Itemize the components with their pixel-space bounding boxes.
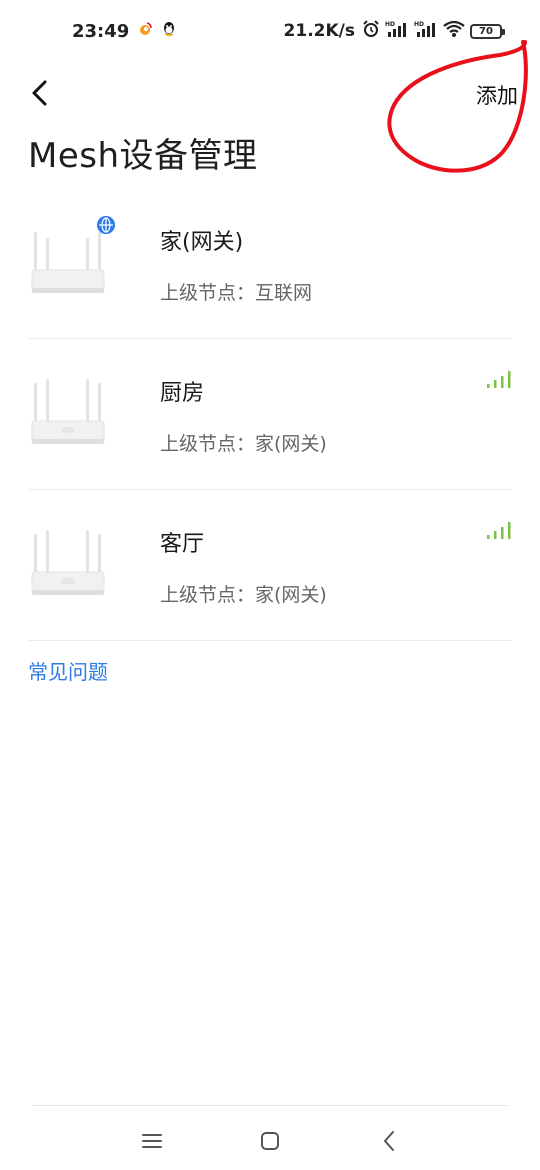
nav-divider bbox=[32, 1105, 508, 1106]
device-row-living-room[interactable]: 客厅 上级节点：家(网关) bbox=[28, 490, 512, 641]
device-list: 家(网关) 上级节点：互联网 厨房 上级节点：家(网关) 客厅 上级节点：家(网… bbox=[28, 188, 512, 641]
router-icon bbox=[31, 232, 105, 293]
status-bar-right: 21.2K/s HD HD 70 bbox=[283, 20, 505, 42]
device-row-gateway[interactable]: 家(网关) 上级节点：互联网 bbox=[28, 188, 512, 339]
device-row-kitchen[interactable]: 厨房 上级节点：家(网关) bbox=[28, 339, 512, 490]
cellular-signal-icon-1: HD bbox=[385, 20, 409, 42]
alarm-icon bbox=[362, 20, 380, 42]
nav-back-button[interactable] bbox=[374, 1126, 404, 1156]
status-time: 23:49 bbox=[72, 20, 130, 42]
menu-button[interactable] bbox=[137, 1126, 167, 1156]
device-parent-node: 上级节点：家(网关) bbox=[160, 433, 327, 455]
router-icon bbox=[31, 530, 105, 595]
device-parent-node: 上级节点：家(网关) bbox=[160, 584, 327, 606]
back-button[interactable] bbox=[24, 78, 54, 108]
add-button[interactable]: 添加 bbox=[476, 80, 518, 110]
page-title: Mesh设备管理 bbox=[28, 136, 258, 176]
status-bar: 23:49 21.2K/s HD HD 70 bbox=[0, 0, 540, 64]
faq-link[interactable]: 常见问题 bbox=[28, 656, 108, 685]
home-icon bbox=[261, 1132, 279, 1150]
device-name: 家(网关) bbox=[160, 230, 244, 255]
chevron-left-icon bbox=[384, 1131, 394, 1151]
qq-icon bbox=[161, 20, 177, 42]
wifi-icon bbox=[443, 20, 465, 42]
chevron-left-icon bbox=[32, 80, 47, 106]
cellular-signal-icon-2: HD bbox=[414, 20, 438, 42]
signal-icon bbox=[487, 522, 511, 539]
device-parent-node: 上级节点：互联网 bbox=[160, 282, 313, 304]
system-nav-bar bbox=[0, 1120, 540, 1160]
signal-icon bbox=[487, 371, 511, 388]
router-icon bbox=[31, 379, 105, 444]
device-name: 客厅 bbox=[160, 532, 205, 557]
home-button[interactable] bbox=[255, 1126, 285, 1156]
device-name: 厨房 bbox=[160, 381, 205, 406]
svg-text:HD: HD bbox=[414, 21, 424, 28]
network-speed: 21.2K/s bbox=[283, 21, 355, 41]
status-bar-left: 23:49 bbox=[72, 20, 177, 42]
svg-text:HD: HD bbox=[385, 21, 395, 28]
globe-icon bbox=[97, 216, 115, 234]
weibo-icon bbox=[137, 21, 153, 41]
menu-icon bbox=[142, 1134, 162, 1148]
battery-icon: 70 bbox=[470, 23, 505, 39]
